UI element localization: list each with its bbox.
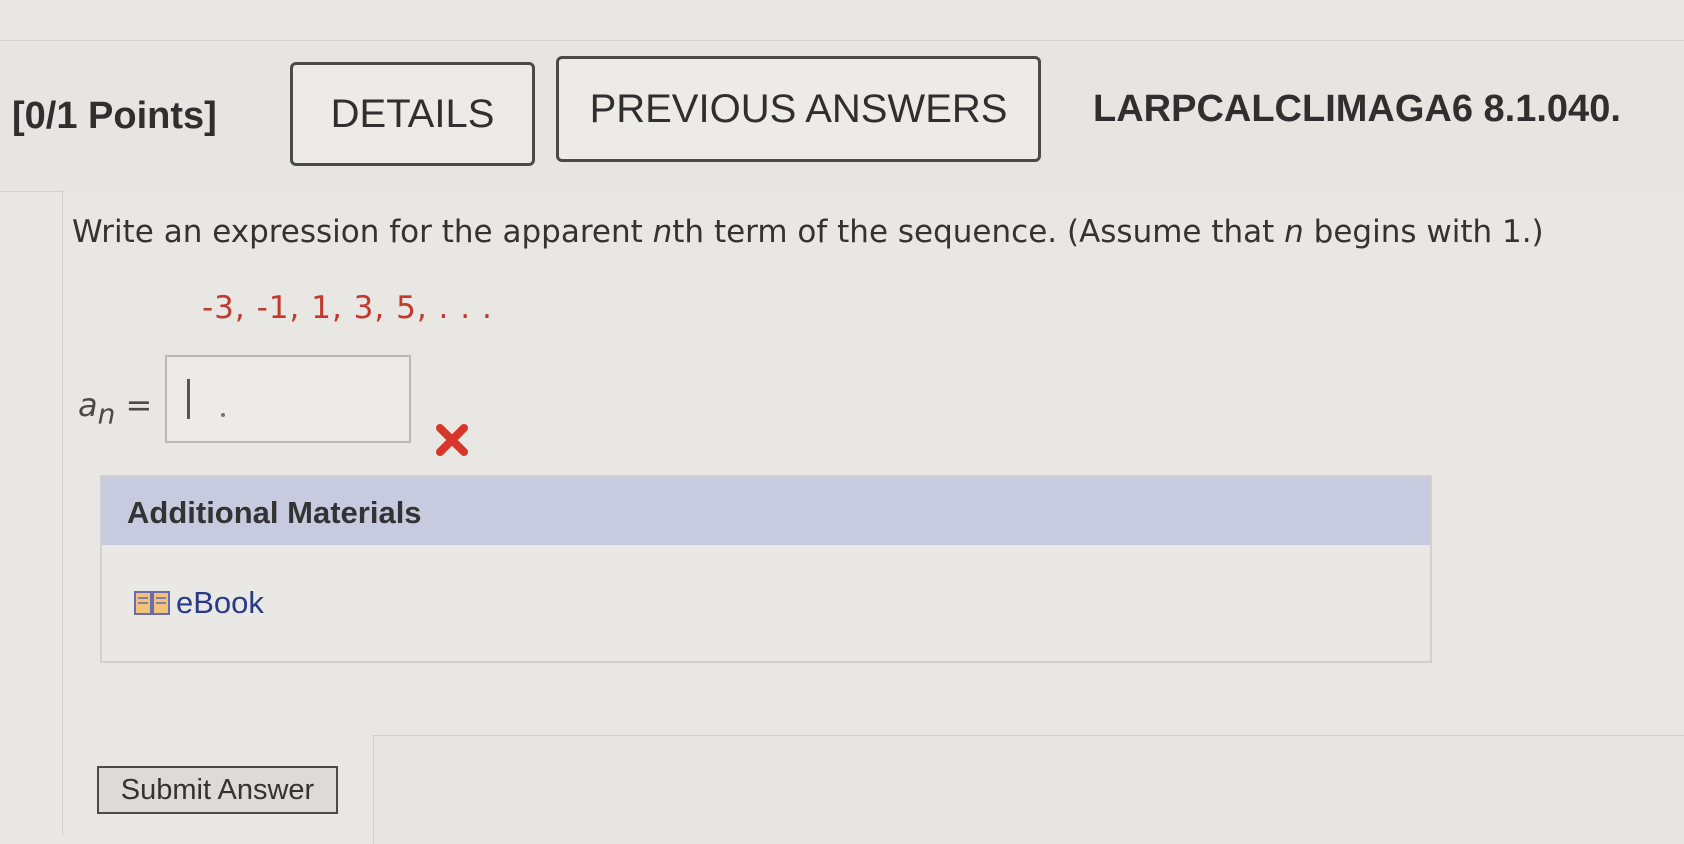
question-italic-n: n [1284,214,1304,250]
page: [0/1 Points] DETAILS PREVIOUS ANSWERS LA… [0,0,1684,844]
bottom-panel [373,735,1684,844]
answer-label: an = [78,386,152,430]
input-dot [221,413,225,417]
answer-label-subscript: n [97,397,116,431]
question-text: Write an expression for the apparent nth… [72,214,1544,250]
answer-label-a: a [78,386,98,424]
answer-input[interactable] [165,355,411,443]
text-caret [187,379,190,419]
sequence-text: -3, -1, 1, 3, 5, . . . [202,290,493,326]
ebook-link[interactable]: eBook [134,585,264,621]
additional-materials-panel: Additional Materials eBook [100,475,1432,663]
details-button[interactable]: DETAILS [290,62,535,166]
additional-materials-header: Additional Materials [102,477,1430,545]
question-text-part: th term of the sequence. (Assume that [672,214,1285,250]
points-label: [0/1 Points] [12,95,217,137]
submit-answer-button[interactable]: Submit Answer [97,766,338,814]
problem-id: LARPCALCLIMAGA6 8.1.040. [1093,88,1621,130]
ebook-label: eBook [176,585,264,620]
question-text-part: Write an expression for the apparent [72,214,653,250]
question-text-part: begins with 1.) [1303,214,1544,250]
answer-label-equals: = [115,386,153,424]
question-italic-n: n [652,214,673,250]
previous-answers-button[interactable]: PREVIOUS ANSWERS [556,56,1041,162]
book-icon [134,591,170,615]
additional-materials-title: Additional Materials [127,495,422,530]
close-icon [436,424,468,456]
